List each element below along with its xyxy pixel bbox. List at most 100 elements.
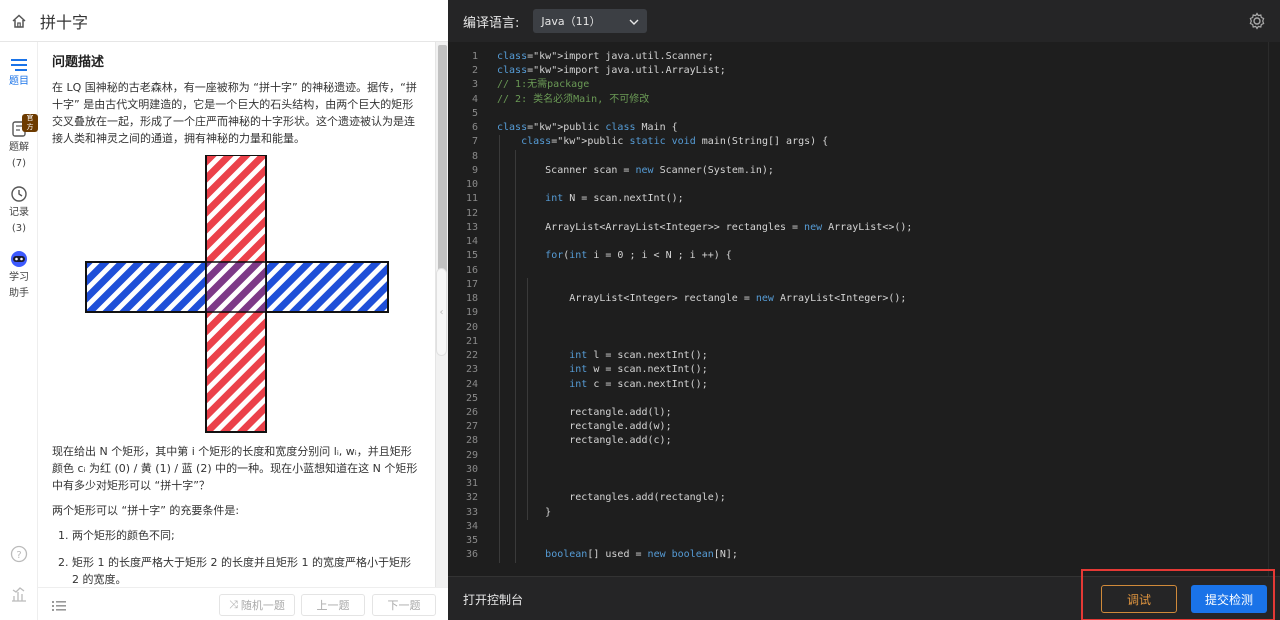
- menu-list-icon[interactable]: [52, 597, 66, 616]
- code-line[interactable]: 13 ArrayList<ArrayList<Integer>> rectang…: [448, 221, 1268, 235]
- line-number: 4: [471, 93, 478, 105]
- code-line[interactable]: 12: [448, 207, 1268, 221]
- code-line[interactable]: 30: [448, 463, 1268, 477]
- code-line[interactable]: 17: [448, 278, 1268, 292]
- code-line[interactable]: 25: [448, 392, 1268, 406]
- code-line[interactable]: 23 int w = scan.nextInt();: [448, 363, 1268, 377]
- code-line[interactable]: 28 rectangle.add(c);: [448, 434, 1268, 448]
- help-icon[interactable]: ?: [0, 545, 38, 563]
- code-text: // 2: 类名必须Main, 不可修改: [497, 93, 650, 105]
- line-number: 1: [471, 51, 478, 62]
- submit-button-label: 提交检测: [1204, 592, 1253, 607]
- problem-content: 问题描述 在 LQ 国神秘的古老森林，有一座被称为 “拼十字” 的神秘遗迹。据传…: [38, 42, 435, 587]
- code-line[interactable]: 1 class="kw">import java.util.Scanner;: [448, 50, 1268, 64]
- code-line[interactable]: 19: [448, 306, 1268, 320]
- side-rail: 题目 官方 题解 (7) 记录 (3) 学习 助手 ?: [0, 42, 38, 620]
- random-problem-button[interactable]: ⤨ 随机一题: [219, 594, 295, 616]
- prev-problem-button[interactable]: 上一题: [301, 594, 365, 616]
- code-text: ArrayList<Integer> rectangle = new Array…: [497, 293, 907, 305]
- code-line[interactable]: 34: [448, 520, 1268, 534]
- line-number: 5: [471, 107, 478, 119]
- code-text: rectangles.add(rectangle);: [497, 492, 726, 504]
- editor-footer: 打开控制台 调试 提交检测: [448, 569, 1280, 620]
- code-line[interactable]: 6 class="kw">public class Main {: [448, 121, 1268, 135]
- stats-icon[interactable]: [0, 585, 38, 603]
- line-number: 20: [465, 321, 478, 333]
- code-line[interactable]: 26 rectangle.add(l);: [448, 406, 1268, 420]
- svg-text:?: ?: [16, 550, 21, 561]
- assistant-icon: [11, 251, 27, 267]
- rail-item-assistant[interactable]: 学习 助手: [0, 250, 38, 302]
- line-number: 22: [465, 350, 478, 362]
- code-line[interactable]: 32 rectangles.add(rectangle);: [448, 491, 1268, 505]
- line-number: 30: [465, 463, 478, 475]
- language-select[interactable]: Java（11）: [533, 9, 648, 33]
- line-number: 34: [465, 520, 478, 532]
- code-line[interactable]: 18 ArrayList<Integer> rectangle = new Ar…: [448, 292, 1268, 306]
- line-number: 15: [465, 250, 478, 262]
- code-line[interactable]: 21: [448, 335, 1268, 349]
- code-text: int l = scan.nextInt();: [569, 350, 708, 362]
- code-line[interactable]: 14: [448, 235, 1268, 249]
- rail-item-history[interactable]: 记录 (3): [0, 185, 38, 237]
- code-line[interactable]: 20: [448, 321, 1268, 335]
- line-number: 36: [465, 549, 478, 561]
- code-line[interactable]: 31: [448, 477, 1268, 491]
- line-number: 16: [465, 264, 478, 276]
- history-icon: [11, 186, 27, 202]
- line-number: 26: [465, 407, 478, 418]
- code-line[interactable]: 7 class="kw">public static void main(Str…: [448, 135, 1268, 149]
- rail-label-solution: 题解: [9, 142, 29, 153]
- problem-nav-bar: ⤨ 随机一题 上一题 下一题: [38, 587, 448, 620]
- code-line[interactable]: 24 int c = scan.nextInt();: [448, 378, 1268, 392]
- code-line[interactable]: 36 boolean[] used = new boolean[N];: [448, 548, 1268, 562]
- line-number: 29: [465, 449, 478, 461]
- line-number: 35: [465, 535, 478, 547]
- shuffle-icon: ⤨: [229, 598, 238, 611]
- line-number: 19: [465, 307, 478, 319]
- code-line[interactable]: 4 // 2: 类名必须Main, 不可修改: [448, 93, 1268, 107]
- code-line[interactable]: 29: [448, 449, 1268, 463]
- problem-header: 拼十字: [0, 0, 448, 42]
- code-line[interactable]: 5: [448, 107, 1268, 121]
- cross-figure: [38, 154, 435, 435]
- code-editor[interactable]: 1 class="kw">import java.util.Scanner; 2 cl…: [448, 42, 1280, 576]
- editor-scrollbar[interactable]: [1268, 42, 1280, 576]
- code-line[interactable]: 8: [448, 150, 1268, 164]
- language-label: 编译语言:: [463, 15, 520, 31]
- line-number: 2: [471, 65, 478, 77]
- open-console-button[interactable]: 打开控制台: [463, 591, 523, 608]
- rail-item-solution[interactable]: 官方 题解 (7): [0, 114, 38, 172]
- code-line[interactable]: 22 int l = scan.nextInt();: [448, 349, 1268, 363]
- gear-icon[interactable]: [1248, 12, 1266, 34]
- code-text: int N = scan.nextInt();: [545, 193, 684, 205]
- submit-button[interactable]: 提交检测: [1191, 585, 1267, 613]
- code-line[interactable]: 9 Scanner scan = new Scanner(System.in);: [448, 164, 1268, 178]
- code-line[interactable]: 33 }: [448, 506, 1268, 520]
- code-line[interactable]: 3 // 1:无需package: [448, 78, 1268, 92]
- code-line[interactable]: 2 class="kw">import java.util.ArrayList;: [448, 64, 1268, 78]
- line-number: 17: [465, 278, 478, 290]
- problem-intro: 在 LQ 国神秘的古老森林，有一座被称为 “拼十字” 的神秘遗迹。据传，“拼十字…: [52, 81, 417, 145]
- random-problem-label: 随机一题: [240, 599, 285, 612]
- scrollbar-thumb[interactable]: [438, 45, 447, 293]
- home-icon[interactable]: [0, 13, 38, 29]
- line-number: 33: [465, 506, 478, 518]
- rail-item-problem[interactable]: 题目: [0, 58, 38, 90]
- code-line[interactable]: 35: [448, 534, 1268, 548]
- code-line[interactable]: 16: [448, 264, 1268, 278]
- collapse-panel-handle[interactable]: ‹: [436, 268, 447, 356]
- code-line[interactable]: 15 for(int i = 0 ; i < N ; i ++) {: [448, 249, 1268, 263]
- debug-button[interactable]: 调试: [1101, 585, 1177, 613]
- condition-item: 两个矩形的颜色不同;: [72, 527, 421, 544]
- code-line[interactable]: 27 rectangle.add(w);: [448, 420, 1268, 434]
- code-line[interactable]: 10: [448, 178, 1268, 192]
- problem-para2: 现在给出 N 个矩形，其中第 i 个矩形的长度和宽度分别问 lᵢ, wᵢ，并且矩…: [52, 445, 418, 492]
- line-number: 6: [471, 122, 478, 134]
- rail-label-assistant: 学习: [9, 272, 29, 283]
- code-line[interactable]: 11 int N = scan.nextInt();: [448, 192, 1268, 206]
- next-problem-button[interactable]: 下一题: [372, 594, 436, 616]
- code-text: rectangle.add(l);: [497, 407, 672, 418]
- line-number: 11: [465, 193, 478, 205]
- app-root: 拼十字 题目 官方 题解 (7) 记录 (3) 学习 助手 ? 问题描述 在 L…: [0, 0, 1280, 620]
